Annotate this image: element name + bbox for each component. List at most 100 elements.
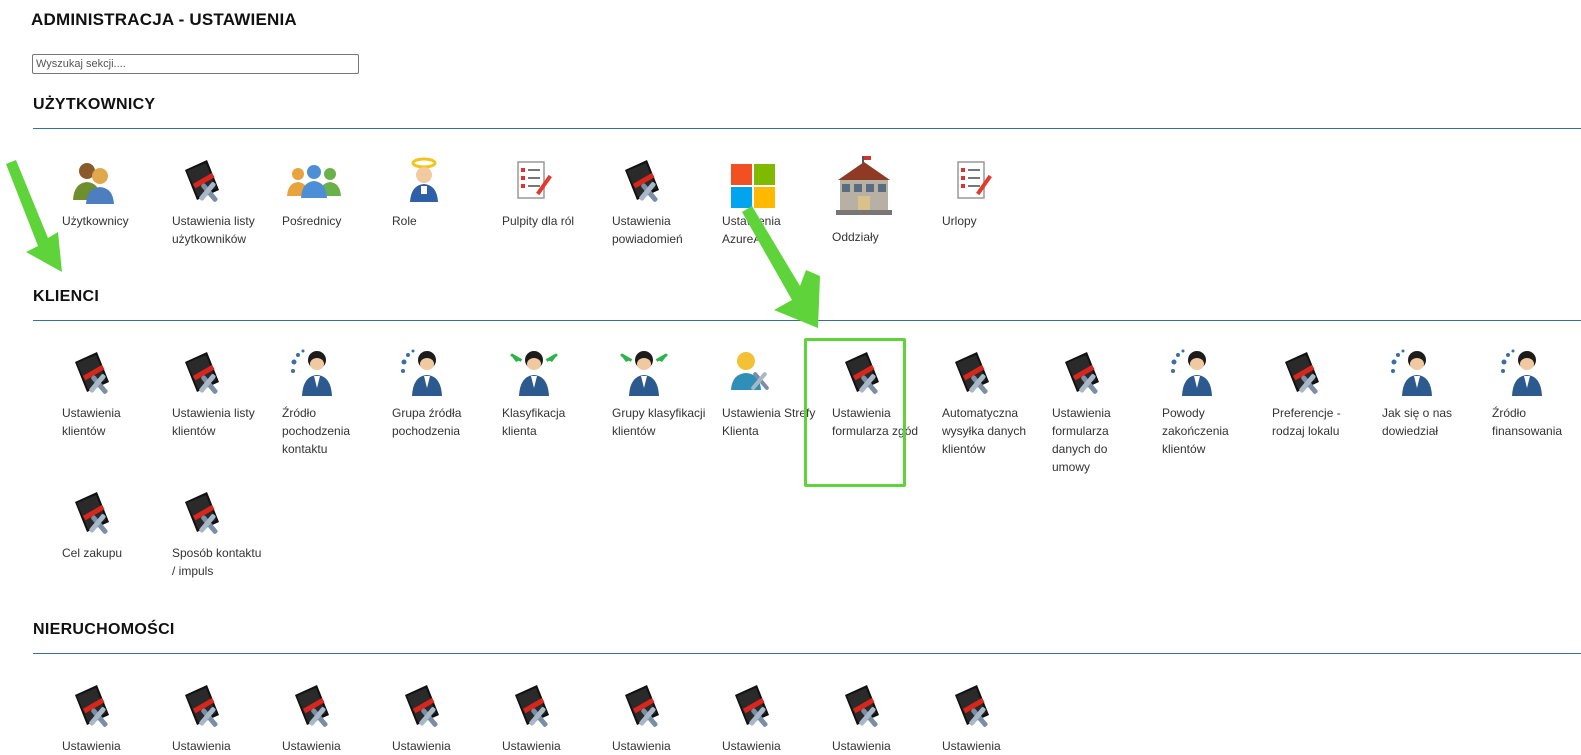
settings-tile[interactable]: Pośrednicy [264, 156, 364, 266]
tile-label: Źródło pochodzenia kontaktu [282, 406, 351, 456]
client-source-icon [264, 348, 364, 402]
tile-label: Ustawienia listy klientów [172, 406, 255, 438]
settings-tile[interactable]: Powody zakończenia klientów [1144, 348, 1244, 458]
tile-label: Ustawienia [62, 739, 121, 753]
tile-label: Ustawienia powiadomień [612, 214, 683, 246]
tile-label: Role [392, 214, 417, 228]
settings-tools-icon [44, 348, 144, 402]
settings-tools-icon [814, 681, 914, 735]
arrow-left-icon [6, 160, 62, 272]
building-icon [814, 156, 914, 215]
settings-tile[interactable]: Ustawienia [374, 681, 474, 755]
settings-tile[interactable]: Grupa źródła pochodzenia [374, 348, 474, 458]
settings-tile[interactable]: Ustawienia [924, 681, 1024, 755]
client-classify-icon [594, 348, 694, 402]
client-classify-icon [484, 348, 584, 402]
section-title: UŻYTKOWNICY [33, 96, 156, 113]
checklist-icon [924, 156, 1024, 210]
settings-tile[interactable]: Jak się o nas dowiedział [1364, 348, 1464, 458]
settings-tools-icon [594, 156, 694, 210]
settings-tile[interactable]: Ustawienia formularza danych do umowy [1034, 348, 1134, 474]
settings-tile[interactable]: Ustawienia [594, 681, 694, 755]
settings-tools-icon [924, 681, 1024, 735]
search-input[interactable] [32, 54, 359, 74]
settings-tile[interactable]: Cel zakupu [44, 488, 144, 598]
tile-label: Klasyfikacja klienta [502, 406, 566, 438]
tile-label: Źródło finansowania [1492, 406, 1563, 438]
settings-tools-icon [154, 488, 254, 542]
settings-tools-icon [264, 681, 364, 735]
section-divider [33, 128, 1581, 129]
tile-label: Ustawienia formularza danych do umowy [1052, 406, 1111, 474]
client-source-icon [1144, 348, 1244, 402]
section-title: NIERUCHOMOŚCI [33, 621, 175, 638]
tile-label: Ustawienia [942, 739, 1001, 753]
arrow-right-icon [742, 206, 820, 328]
client-source-icon [1364, 348, 1464, 402]
tile-label: Ustawienia listy użytkowników [172, 214, 255, 246]
settings-tile[interactable]: Ustawienia klientów [44, 348, 144, 458]
settings-tools-icon [924, 348, 1024, 402]
tile-label: Urlopy [942, 214, 977, 228]
user-tools-icon [704, 348, 804, 402]
settings-tile[interactable]: Urlopy [924, 156, 1024, 266]
tile-label: Jak się o nas dowiedział [1382, 406, 1453, 438]
tile-label: Ustawienia [612, 739, 671, 753]
tile-label: Ustawienia [722, 739, 781, 753]
settings-tools-icon [594, 681, 694, 735]
tile-label: Sposób kontaktu / impuls [172, 546, 262, 578]
settings-tile[interactable]: Ustawienia [484, 681, 584, 755]
settings-tile[interactable]: Źródło finansowania [1474, 348, 1574, 458]
settings-tile[interactable]: Ustawienia [264, 681, 364, 755]
settings-tile[interactable]: Ustawienia [814, 681, 914, 755]
settings-tools-icon [374, 681, 474, 735]
section-divider [33, 653, 1581, 654]
tile-label: Ustawienia [502, 739, 561, 753]
checklist-icon [484, 156, 584, 210]
settings-tile[interactable]: Ustawienia Strefy Klienta [704, 348, 815, 458]
settings-tile[interactable]: Ustawienia listy klientów [154, 348, 255, 458]
client-source-icon [1474, 348, 1574, 402]
settings-tile[interactable]: Role [374, 156, 474, 266]
settings-tools-icon [154, 156, 254, 210]
settings-tools-icon [1034, 348, 1134, 402]
tile-label: Automatyczna wysyłka danych klientów [942, 406, 1027, 456]
tile-label: Grupa źródła pochodzenia [392, 406, 462, 438]
settings-tools-icon [154, 681, 254, 735]
tile-label: Powody zakończenia klientów [1162, 406, 1229, 456]
tile-label: Pośrednicy [282, 214, 342, 228]
settings-tools-icon [44, 681, 144, 735]
tile-label: Ustawienia [392, 739, 451, 753]
tile-label: Grupy klasyfikacji klientów [612, 406, 706, 438]
settings-tile[interactable]: Ustawienia [704, 681, 804, 755]
settings-tile[interactable]: Grupy klasyfikacji klientów [594, 348, 705, 458]
settings-tile[interactable]: Ustawienia powiadomień [594, 156, 694, 266]
settings-tile[interactable]: Automatyczna wysyłka danych klientów [924, 348, 1026, 458]
tile-label: Preferencje - rodzaj lokalu [1272, 406, 1341, 438]
settings-tile[interactable]: Ustawienia [44, 681, 144, 755]
tile-label: Użytkownicy [62, 214, 129, 228]
settings-tools-icon [1254, 348, 1354, 402]
section-title: KLIENCI [33, 288, 100, 305]
tile-label: Ustawienia [172, 739, 231, 753]
angel-user-icon [374, 156, 474, 210]
settings-tools-icon [704, 681, 804, 735]
tile-label: Oddziały [832, 230, 879, 244]
tile-label: Ustawienia klientów [62, 406, 121, 438]
settings-tile[interactable]: Preferencje - rodzaj lokalu [1254, 348, 1354, 458]
settings-tools-icon [484, 681, 584, 735]
client-source-icon [374, 348, 474, 402]
highlight-box [804, 338, 906, 487]
settings-tile[interactable]: Ustawienia [154, 681, 254, 755]
group-icon [264, 156, 364, 210]
settings-tile[interactable]: Klasyfikacja klienta [484, 348, 584, 458]
settings-tile[interactable]: Źródło pochodzenia kontaktu [264, 348, 364, 458]
settings-tile[interactable]: Pulpity dla ról [484, 156, 584, 266]
settings-tools-icon [154, 348, 254, 402]
settings-tile[interactable]: Ustawienia listy użytkowników [154, 156, 255, 266]
tile-label: Cel zakupu [62, 546, 123, 560]
tile-label: Ustawienia [832, 739, 891, 753]
page-title: ADMINISTRACJA - USTAWIENIA [31, 10, 297, 29]
settings-tools-icon [44, 488, 144, 542]
settings-tile[interactable]: Sposób kontaktu / impuls [154, 488, 261, 598]
